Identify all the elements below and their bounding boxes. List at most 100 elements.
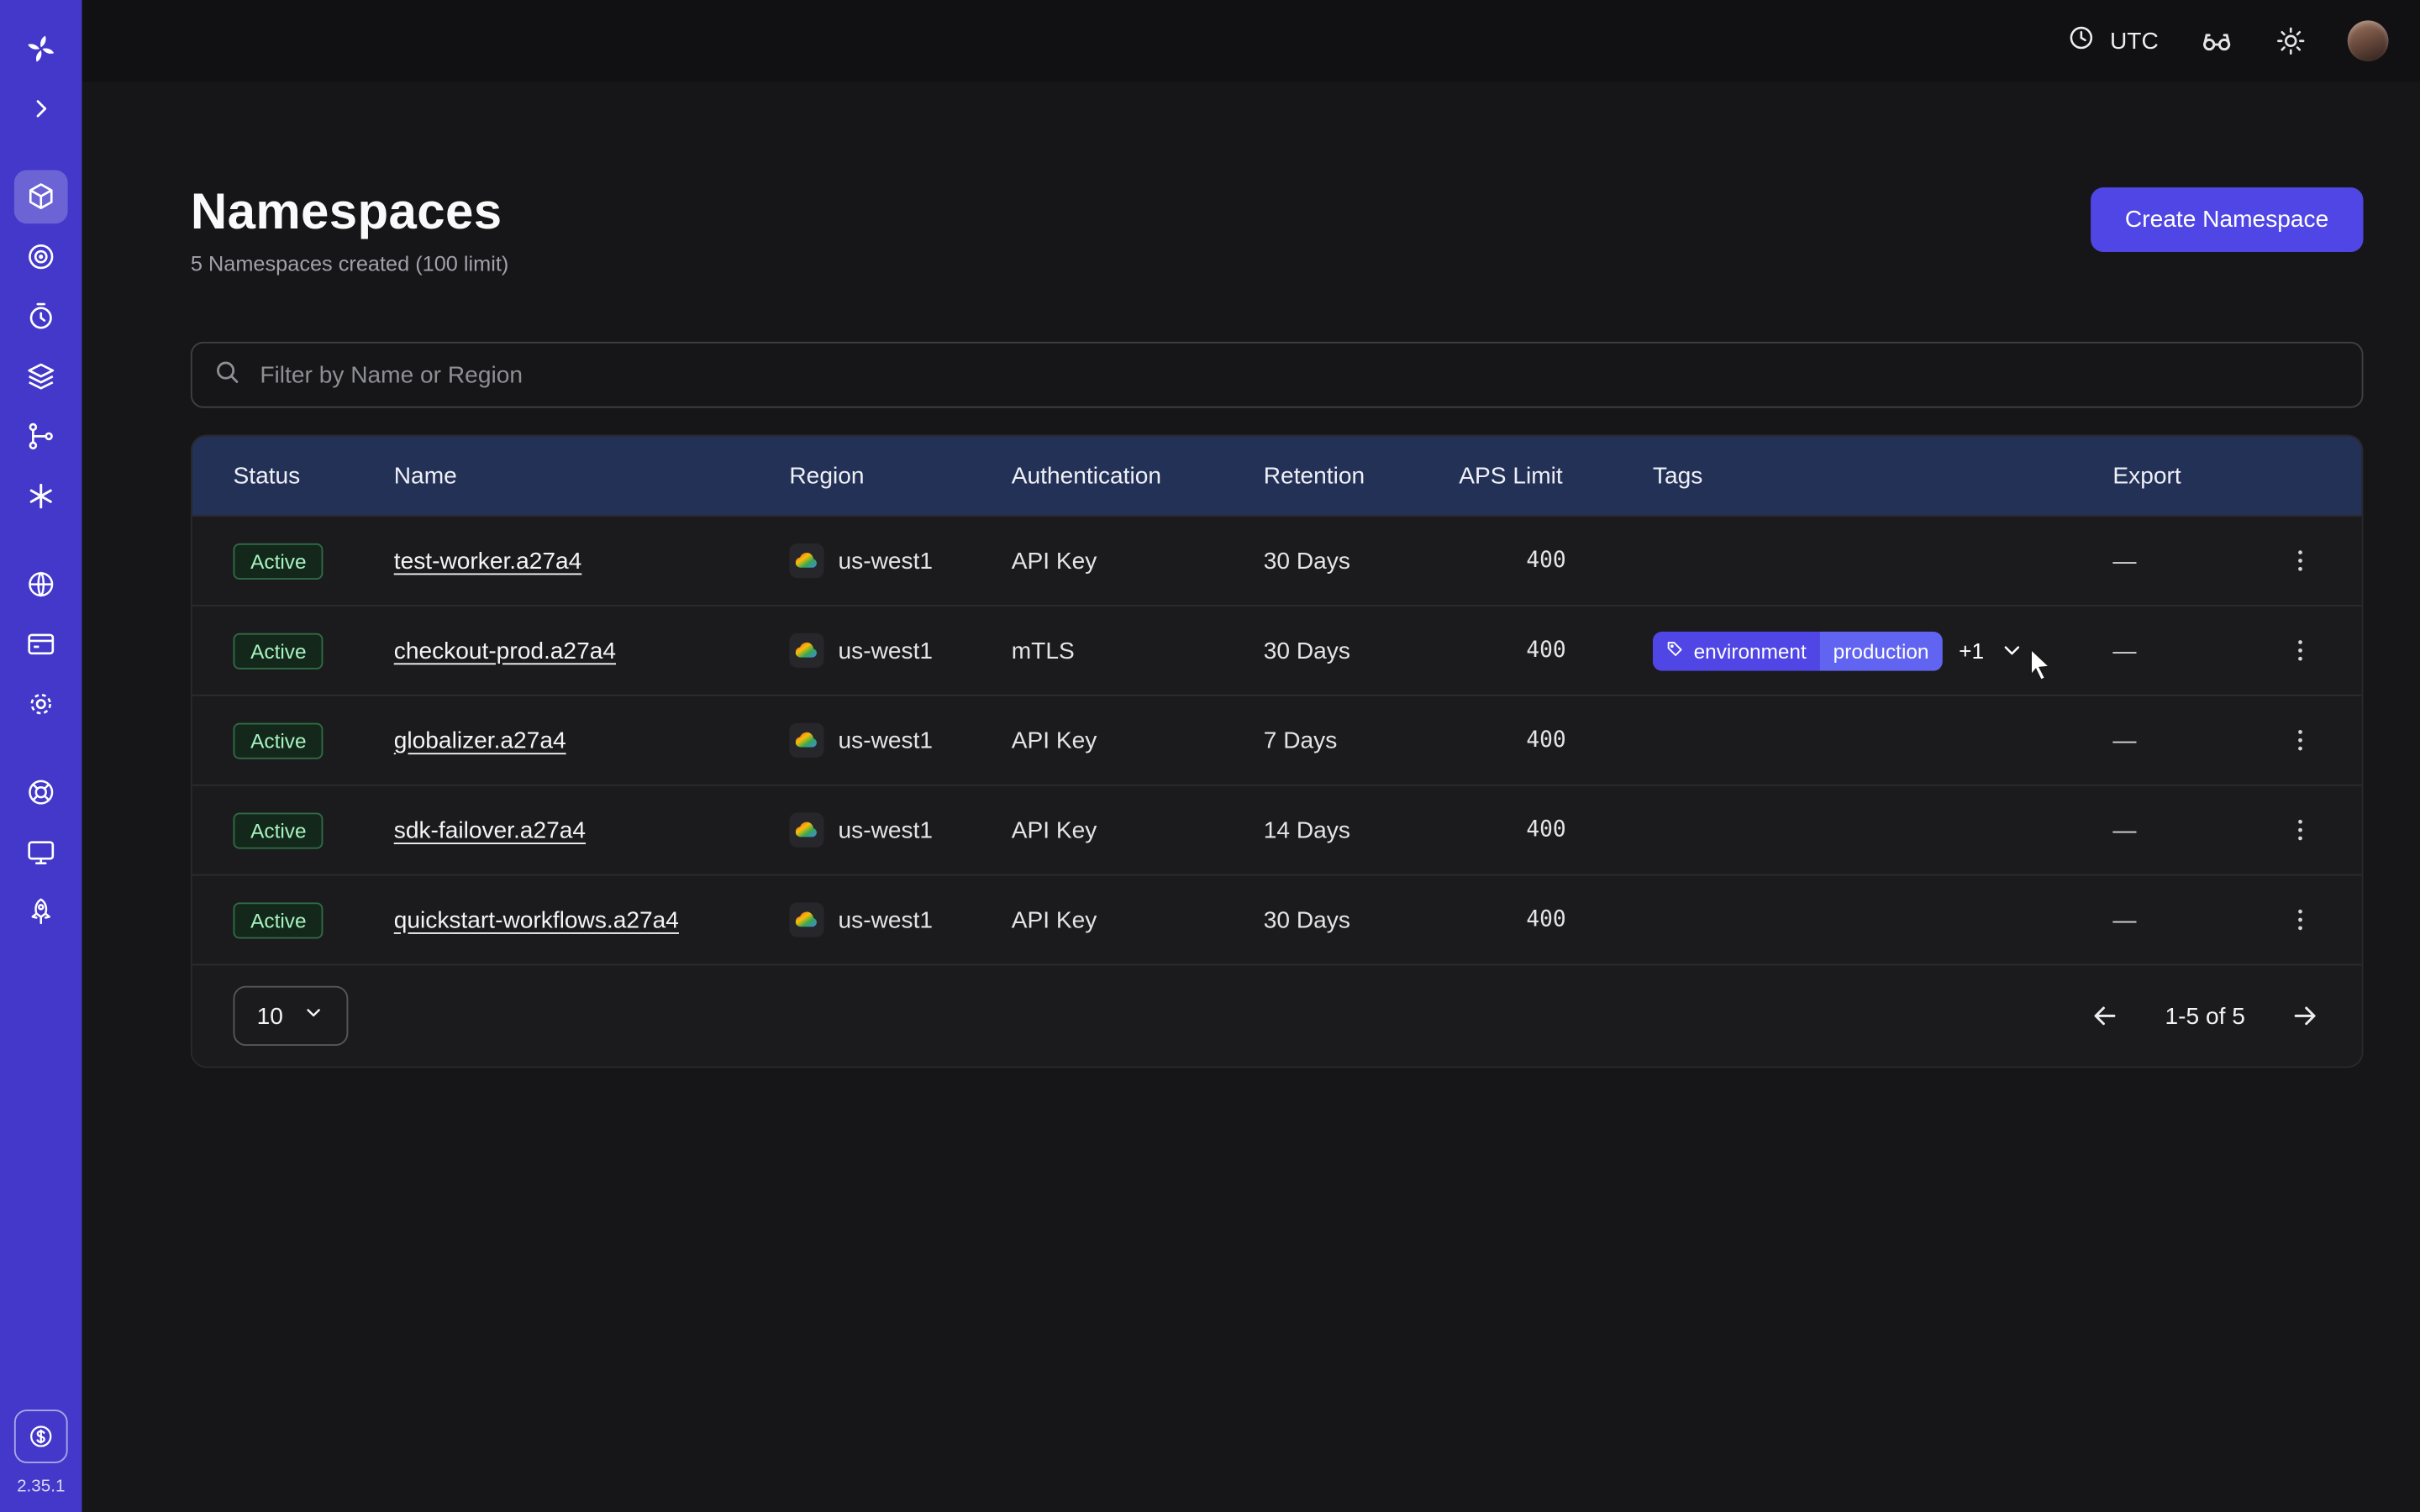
sidebar-item-support[interactable]	[14, 765, 68, 819]
sidebar-item-getting-started[interactable]	[14, 885, 68, 939]
region-label: us-west1	[839, 906, 934, 933]
col-authentication: Authentication	[1012, 462, 1264, 489]
page-header: Namespaces 5 Namespaces created (100 lim…	[191, 183, 2364, 276]
topbar: UTC	[82, 0, 2420, 82]
gcp-cloud-icon	[789, 543, 823, 578]
aps-limit-value: 400	[1526, 727, 1653, 753]
sidebar-item-schedules[interactable]	[14, 290, 68, 344]
previous-page-arrow-icon[interactable]	[2089, 1000, 2121, 1032]
tags-expand-chevron-icon[interactable]	[2000, 638, 2025, 663]
gcp-cloud-icon	[789, 633, 823, 668]
sidebar-item-billing[interactable]	[14, 617, 68, 671]
status-badge: Active	[234, 722, 324, 759]
sidebar-item-monitoring[interactable]	[14, 230, 68, 284]
gcp-cloud-icon	[789, 902, 823, 937]
retention-label: 7 Days	[1264, 727, 1460, 753]
clock-icon	[2067, 24, 2096, 58]
table-header: Status Name Region Authentication Retent…	[192, 436, 2362, 515]
row-menu-kebab-icon[interactable]	[2283, 543, 2317, 578]
page-title: Namespaces	[191, 183, 508, 241]
status-badge: Active	[234, 901, 324, 937]
page-size-value: 10	[257, 1002, 283, 1029]
namespace-link[interactable]: checkout-prod.a27a4	[394, 637, 616, 664]
aps-limit-value: 400	[1526, 907, 1653, 932]
sidebar-item-feedback[interactable]	[14, 826, 68, 879]
status-badge: Active	[234, 812, 324, 848]
gcp-cloud-icon	[789, 813, 823, 848]
sidebar-item-workflows[interactable]	[14, 410, 68, 464]
sidebar-item-deployments[interactable]	[14, 349, 68, 403]
tag-icon	[1665, 638, 1685, 662]
tags-cell: environment production +1	[1653, 631, 2113, 670]
status-badge: Active	[234, 543, 324, 579]
retention-label: 30 Days	[1264, 906, 1460, 933]
table-row: Active test-worker.a27a4 us-west1 API Ke…	[192, 515, 2362, 605]
export-value: —	[2112, 906, 2136, 933]
sidebar-item-namespaces[interactable]	[14, 171, 68, 224]
auth-label: API Key	[1012, 727, 1264, 753]
sidebar-item-settings[interactable]	[14, 677, 68, 731]
export-value: —	[2112, 816, 2136, 843]
user-avatar[interactable]	[2348, 20, 2389, 61]
table-row: Active sdk-failover.a27a4 us-west1 API K…	[192, 785, 2362, 874]
table-row: Active checkout-prod.a27a4 us-west1 mTLS…	[192, 605, 2362, 695]
usage-dollar-icon[interactable]	[14, 1410, 68, 1463]
page-subtitle: 5 Namespaces created (100 limit)	[191, 252, 508, 276]
auth-label: API Key	[1012, 816, 1264, 843]
namespace-link[interactable]: quickstart-workflows.a27a4	[394, 906, 679, 933]
namespace-link[interactable]: globalizer.a27a4	[394, 727, 566, 753]
pagination-range: 1-5 of 5	[2165, 1002, 2244, 1029]
namespace-link[interactable]: sdk-failover.a27a4	[394, 816, 586, 843]
retention-label: 30 Days	[1264, 548, 1460, 575]
auth-label: API Key	[1012, 548, 1264, 575]
search-icon	[213, 357, 241, 393]
export-value: —	[2112, 637, 2136, 664]
timezone-label: UTC	[2110, 28, 2159, 55]
sidebar-item-regions[interactable]	[14, 558, 68, 612]
pagination-controls: 1-5 of 5	[2089, 1000, 2320, 1032]
tags-more-count: +1	[1959, 638, 1984, 663]
table-row: Active quickstart-workflows.a27a4 us-wes…	[192, 874, 2362, 964]
next-page-arrow-icon[interactable]	[2289, 1000, 2321, 1032]
col-retention: Retention	[1264, 462, 1460, 489]
region-label: us-west1	[839, 637, 934, 664]
region-label: us-west1	[839, 727, 934, 753]
row-menu-kebab-icon[interactable]	[2283, 813, 2317, 848]
row-menu-kebab-icon[interactable]	[2283, 633, 2317, 668]
app-root: 2.35.1 UTC Namespaces 5 Namespaces creat…	[0, 0, 2420, 1512]
table-footer: 10 1-5 of 5	[192, 964, 2362, 1067]
namespaces-table: Status Name Region Authentication Retent…	[191, 435, 2364, 1068]
main-content: Namespaces 5 Namespaces created (100 lim…	[82, 82, 2420, 1068]
page-size-select[interactable]: 10	[234, 986, 348, 1046]
col-region: Region	[789, 462, 1011, 489]
status-badge: Active	[234, 633, 324, 669]
filter-searchbar[interactable]	[191, 342, 2364, 408]
region-label: us-west1	[839, 548, 934, 575]
auth-label: mTLS	[1012, 637, 1264, 664]
app-version: 2.35.1	[17, 1478, 65, 1497]
glasses-icon[interactable]	[2200, 24, 2234, 58]
sidebar: 2.35.1	[0, 0, 82, 1512]
aps-limit-value: 400	[1526, 817, 1653, 843]
aps-limit-value: 400	[1526, 549, 1653, 574]
temporal-logo-icon[interactable]	[14, 22, 68, 76]
theme-toggle-sun-icon[interactable]	[2275, 25, 2307, 57]
col-aps-limit: APS Limit	[1459, 462, 1653, 489]
filter-input[interactable]	[257, 360, 2342, 390]
row-menu-kebab-icon[interactable]	[2283, 902, 2317, 937]
region-label: us-west1	[839, 816, 934, 843]
tag-value-label: production	[1819, 631, 1944, 670]
aps-limit-value: 400	[1526, 638, 1653, 663]
create-namespace-button[interactable]: Create Namespace	[2091, 187, 2364, 252]
expand-sidebar-chevron-icon[interactable]	[14, 82, 68, 136]
sidebar-bottom: 2.35.1	[14, 1410, 68, 1496]
export-value: —	[2112, 548, 2136, 575]
tag-key-label: environment	[1694, 638, 1807, 662]
tag-pill[interactable]: environment production	[1653, 631, 1943, 670]
sidebar-item-nexus[interactable]	[14, 470, 68, 523]
namespace-link[interactable]: test-worker.a27a4	[394, 548, 582, 575]
gcp-cloud-icon	[789, 723, 823, 758]
retention-label: 30 Days	[1264, 637, 1460, 664]
row-menu-kebab-icon[interactable]	[2283, 723, 2317, 758]
timezone-selector[interactable]: UTC	[2067, 24, 2158, 58]
